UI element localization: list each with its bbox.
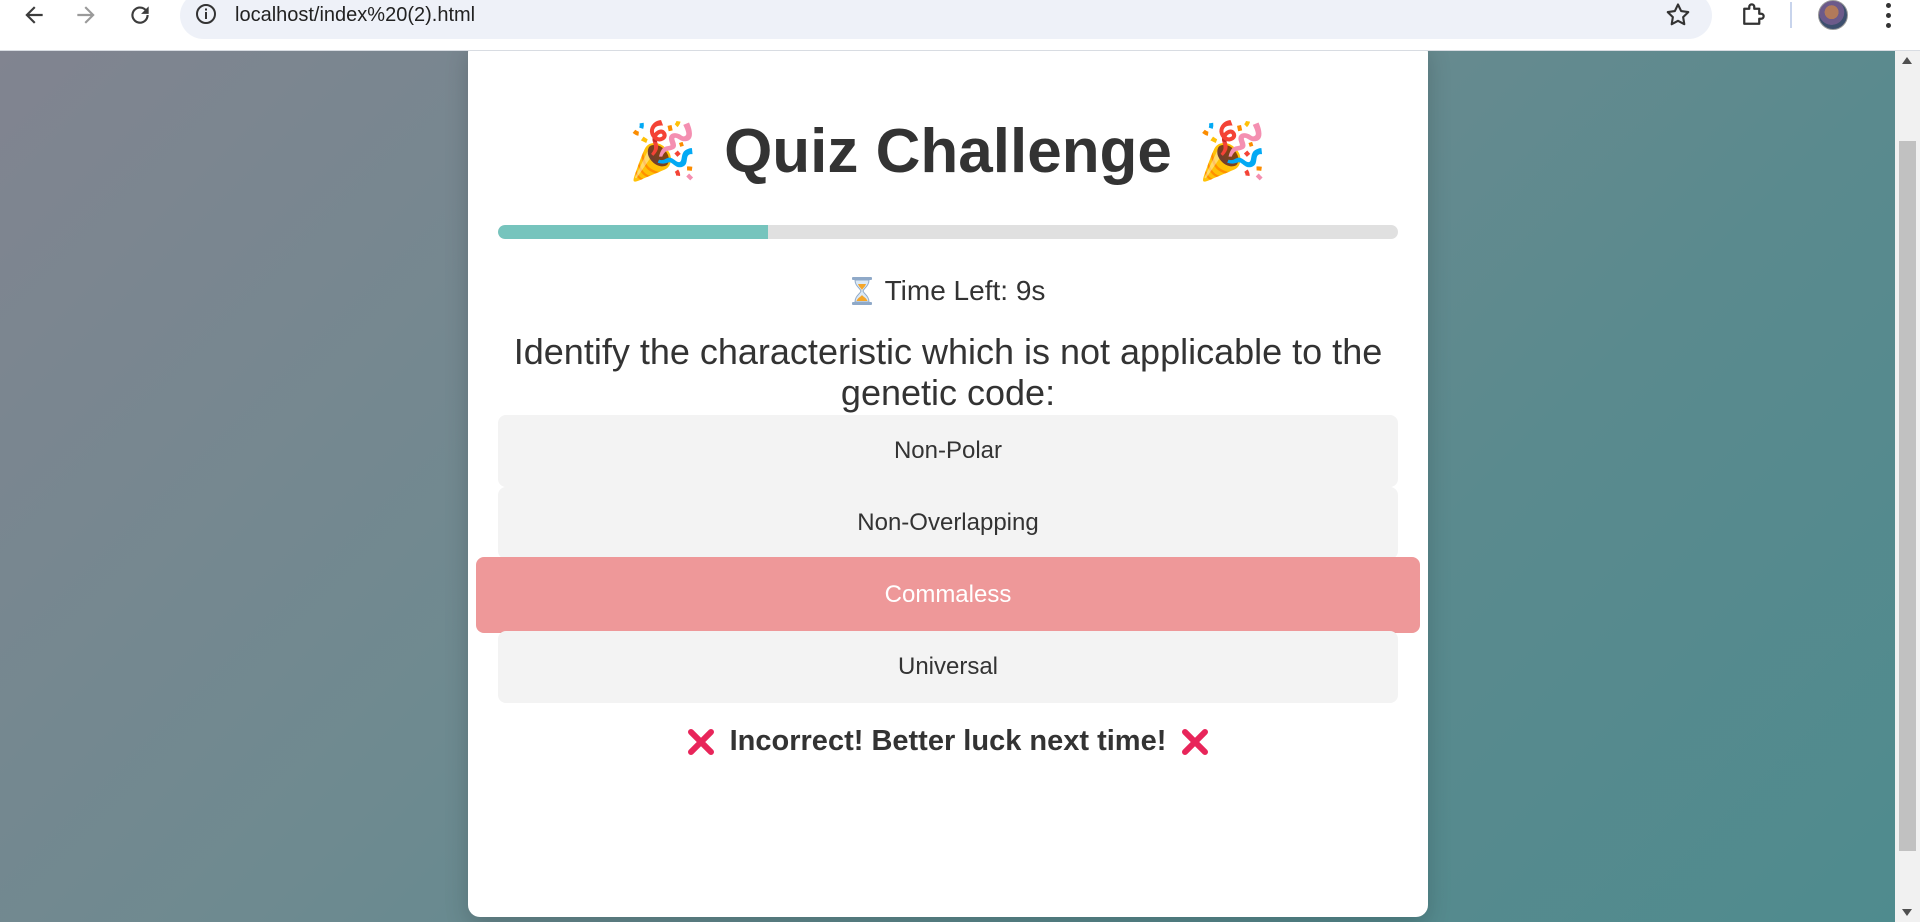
quiz-title-text: Quiz Challenge: [724, 117, 1172, 186]
page-scrollbar[interactable]: [1895, 51, 1920, 922]
option-button[interactable]: Universal: [498, 631, 1398, 703]
scroll-up-icon[interactable]: [1902, 57, 1912, 64]
quiz-card: 🎉 Quiz Challenge 🎉 Time Left: 9s Identif…: [468, 51, 1428, 917]
scroll-down-icon[interactable]: [1902, 909, 1912, 916]
progress-bar: [498, 225, 1398, 239]
scrollbar-thumb[interactable]: [1899, 141, 1916, 851]
option-button[interactable]: Non-Overlapping: [498, 487, 1398, 559]
option-button[interactable]: Non-Polar: [498, 415, 1398, 487]
toolbar-divider: [1790, 2, 1792, 28]
hourglass-icon: [851, 277, 872, 305]
forward-arrow-icon[interactable]: [66, 0, 106, 30]
question-text: Identify the characteristic which is not…: [513, 331, 1383, 413]
cross-mark-icon: [687, 728, 714, 755]
feedback-text: Incorrect! Better luck next time!: [729, 725, 1167, 757]
browser-toolbar: localhost/index%20(2).html: [0, 0, 1920, 51]
page-background: 🎉 Quiz Challenge 🎉 Time Left: 9s Identif…: [0, 51, 1895, 922]
avatar[interactable]: [1818, 0, 1848, 30]
cross-mark-icon: [1182, 728, 1209, 755]
puzzle-icon[interactable]: [1738, 0, 1768, 30]
party-popper-icon: 🎉: [628, 118, 699, 184]
progress-bar-fill: [498, 225, 768, 239]
star-icon[interactable]: [1664, 1, 1692, 29]
site-info-icon[interactable]: [194, 2, 218, 26]
party-popper-icon: 🎉: [1197, 118, 1268, 184]
reload-icon[interactable]: [120, 0, 160, 30]
back-arrow-icon[interactable]: [14, 0, 54, 30]
more-vert-icon[interactable]: [1878, 0, 1898, 30]
address-bar[interactable]: localhost/index%20(2).html: [180, 0, 1712, 39]
feedback-message: Incorrect! Better luck next time!: [468, 725, 1428, 758]
option-button-incorrect[interactable]: Commaless: [476, 557, 1420, 633]
url-text[interactable]: localhost/index%20(2).html: [235, 4, 475, 27]
timer: Time Left: 9s: [468, 275, 1428, 307]
timer-text: Time Left: 9s: [884, 275, 1046, 306]
quiz-title: 🎉 Quiz Challenge 🎉: [468, 116, 1428, 187]
